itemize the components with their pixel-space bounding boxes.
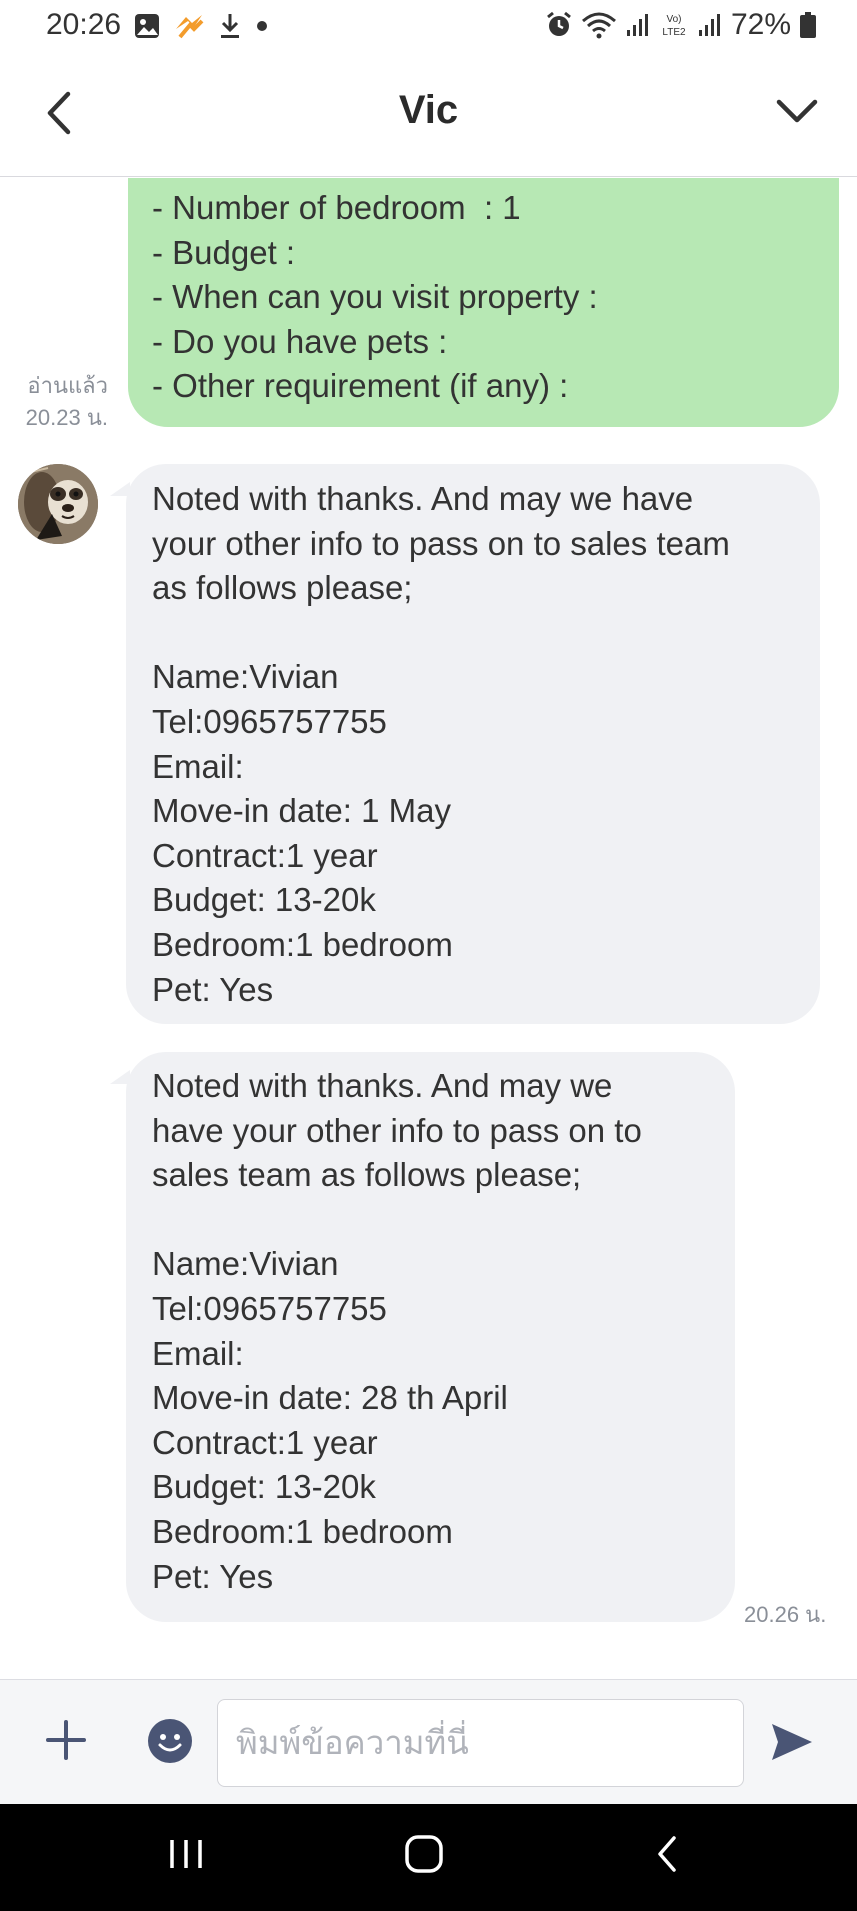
send-icon xyxy=(772,1724,812,1760)
message-input-bar xyxy=(0,1679,857,1804)
attach-button[interactable] xyxy=(44,1718,88,1762)
chat-title: Vic xyxy=(398,88,459,132)
gallery-icon xyxy=(134,13,160,39)
outgoing-message-time: 20.23 น. xyxy=(25,405,108,430)
chat-screen: 20:26 Vo) LTE2 72% Vic อ่านแล้ว 20.23 น.… xyxy=(0,0,857,1911)
battery-percent: 72% xyxy=(730,8,791,41)
read-receipt: อ่านแล้ว 20.23 น. xyxy=(8,370,108,434)
status-bar: 20:26 Vo) LTE2 72% xyxy=(0,0,857,52)
signal-icon xyxy=(625,12,651,38)
volte-icon: Vo) LTE2 xyxy=(659,11,689,39)
message-list[interactable]: อ่านแล้ว 20.23 น. - Number of bedroom : … xyxy=(0,178,857,1678)
status-icons-right: Vo) LTE2 72% xyxy=(545,8,817,42)
back-arrow-icon xyxy=(658,1836,676,1872)
signal-icon xyxy=(697,12,723,38)
chevron-down-icon xyxy=(776,99,818,123)
status-time: 20:26 xyxy=(46,8,122,41)
incoming-message-bubble-2[interactable]: Noted with thanks. And may we have your … xyxy=(126,1052,735,1622)
incoming-message-time: 20.26 น. xyxy=(744,1602,827,1627)
svg-text:LTE2: LTE2 xyxy=(662,27,686,38)
plus-icon xyxy=(46,1720,86,1760)
dot-icon xyxy=(256,20,268,32)
download-icon xyxy=(218,12,242,40)
recent-apps-icon xyxy=(170,1840,202,1868)
incoming-message-bubble-1[interactable]: Noted with thanks. And may we have your … xyxy=(126,464,820,1024)
alarm-icon xyxy=(545,11,573,39)
app-notification-icon xyxy=(174,13,204,39)
chat-menu-button[interactable] xyxy=(773,92,821,132)
message-input[interactable] xyxy=(217,1699,744,1787)
send-button[interactable] xyxy=(768,1720,816,1764)
recent-apps-button[interactable] xyxy=(166,1834,206,1879)
read-label: อ่านแล้ว xyxy=(27,373,108,398)
status-icons-left xyxy=(134,9,268,43)
emoji-button[interactable] xyxy=(147,1718,193,1764)
home-icon xyxy=(405,1835,443,1873)
battery-icon xyxy=(799,11,817,39)
emoji-icon xyxy=(148,1719,192,1763)
home-button[interactable] xyxy=(404,1834,444,1879)
svg-text:Vo): Vo) xyxy=(666,14,681,25)
wifi-icon xyxy=(581,11,617,39)
outgoing-message-bubble[interactable]: - Number of bedroom : 1 - Budget : - Whe… xyxy=(128,178,839,427)
avatar[interactable] xyxy=(18,464,98,544)
system-navigation-bar xyxy=(0,1804,857,1911)
chat-header: Vic xyxy=(0,52,857,177)
back-nav-button[interactable] xyxy=(648,1834,688,1879)
contact-avatar-image xyxy=(18,464,98,544)
